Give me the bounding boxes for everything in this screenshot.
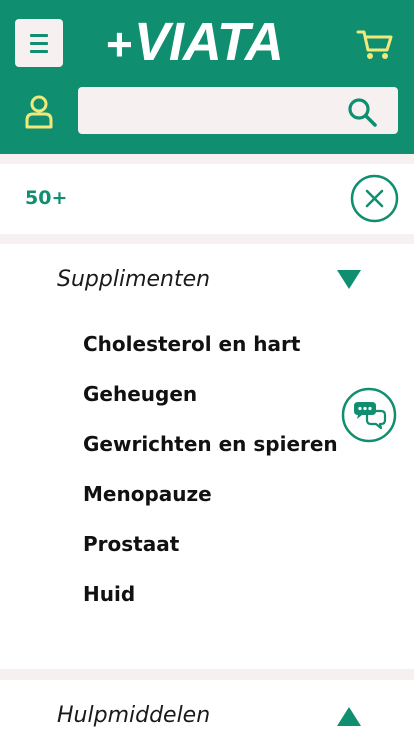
top-header: +VIATA	[0, 0, 414, 154]
divider-band	[0, 234, 414, 244]
shopping-cart-icon[interactable]	[356, 28, 394, 62]
logo-text: VIATA	[133, 12, 284, 72]
divider-band	[0, 669, 414, 680]
list-item[interactable]: Geheugen	[83, 380, 338, 430]
divider-band	[0, 154, 414, 164]
list-item[interactable]: Cholesterol en hart	[83, 330, 338, 380]
close-circle-icon[interactable]	[350, 174, 399, 223]
list-item[interactable]: Gewrichten en spieren	[83, 430, 338, 480]
list-item[interactable]: Menopauze	[83, 480, 338, 530]
triangle-up-icon[interactable]	[337, 707, 361, 727]
user-account-icon[interactable]	[22, 94, 56, 130]
search-bar	[78, 87, 398, 134]
hamburger-menu-button[interactable]	[15, 19, 63, 67]
site-logo[interactable]: +VIATA	[106, 12, 306, 72]
hamburger-menu-icon	[30, 33, 48, 37]
section-title-hulpmiddelen[interactable]: Hulpmiddelen	[57, 702, 210, 730]
search-icon[interactable]	[346, 96, 378, 128]
list-item[interactable]: Huid	[83, 580, 338, 630]
list-item[interactable]: Prostaat	[83, 530, 338, 580]
search-input[interactable]	[78, 87, 338, 134]
active-filter-label: 50+	[25, 187, 68, 209]
section-title-supplimenten[interactable]: Supplimenten	[57, 266, 210, 294]
triangle-down-icon[interactable]	[337, 270, 361, 290]
supplimenten-list: Cholesterol en hart Geheugen Gewrichten …	[83, 330, 338, 630]
chat-bubbles-icon[interactable]	[341, 387, 397, 443]
